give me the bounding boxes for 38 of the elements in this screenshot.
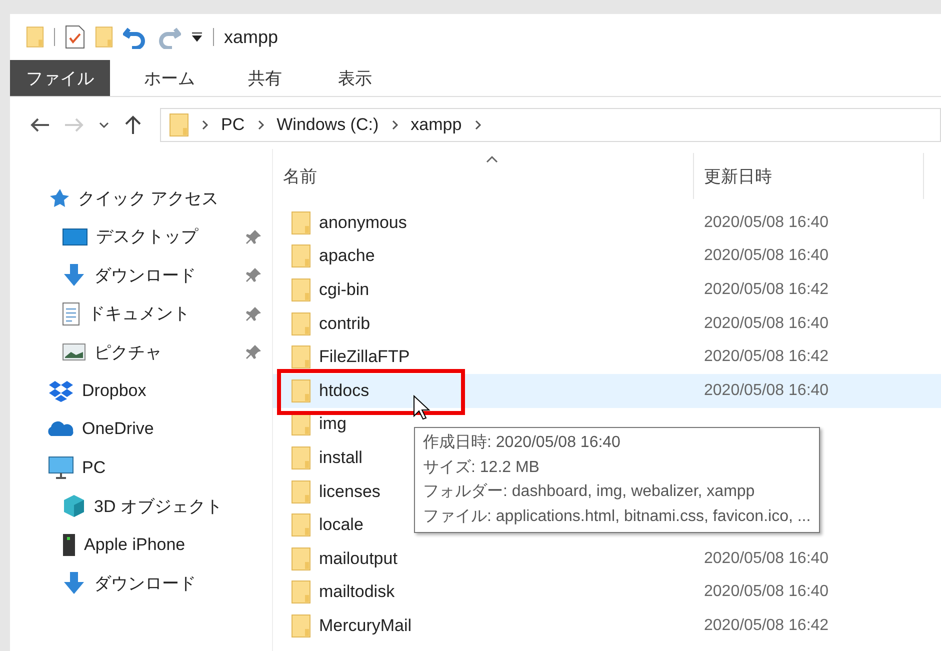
file-name: img: [319, 414, 346, 434]
file-name: mailoutput: [319, 548, 398, 569]
file-name: MercuryMail: [319, 616, 412, 636]
navigation-label: クイック アクセス: [78, 188, 220, 210]
modified-date: 2020/05/08 16:40: [703, 214, 829, 232]
tooltip-line: フォルダー: dashboard, img, webalizer, xampp: [423, 482, 756, 502]
navigation-label: ドキュメント: [88, 303, 191, 326]
navigation-label: Dropbox: [82, 380, 148, 401]
navigation-label: デスクトップ: [96, 226, 200, 248]
tooltip-line: ファイル: applications.html, bitnami.css, favicon.ico, ...: [423, 506, 811, 526]
navigation-label: Apple iPhone: [84, 534, 186, 555]
file-name: cgi-bin: [319, 280, 370, 300]
modified-date: 2020/05/08 16:40: [703, 583, 829, 602]
modified-date: 2020/05/08 16:40: [703, 314, 829, 333]
modified-date: 2020/05/08 16:42: [703, 280, 829, 299]
navigation-label: ピクチャ: [94, 342, 163, 364]
navigation-label: ダウンロード: [94, 264, 197, 287]
modified-date: 2020/05/08 16:40: [703, 382, 829, 400]
window-title: xampp: [224, 26, 278, 48]
file-name: htdocs: [319, 380, 370, 401]
tooltip-line: サイズ: 12.2 MB: [423, 458, 540, 478]
tooltip-line: 作成日時: 2020/05/08 16:40: [423, 432, 622, 453]
file-name: anonymous: [319, 212, 407, 233]
file-name: apache: [319, 246, 375, 266]
file-name: mailtodisk: [319, 582, 395, 602]
file-name: locale: [319, 515, 364, 536]
modified-date: 2020/05/08 16:42: [703, 348, 829, 366]
navigation-label: ダウンロード: [94, 572, 197, 595]
file-name: FileZillaFTP: [319, 347, 410, 368]
file-name: install: [319, 448, 362, 468]
modified-date: 2020/05/08 16:42: [703, 616, 829, 635]
modified-date: 2020/05/08 16:40: [703, 247, 829, 266]
navigation-label: OneDrive: [82, 419, 155, 440]
file-name: licenses: [319, 482, 380, 502]
modified-date: 2020/05/08 16:40: [703, 550, 829, 568]
navigation-label: 3D オブジェクト: [94, 496, 224, 518]
file-name: contrib: [319, 314, 370, 334]
navigation-label: PC: [82, 458, 107, 478]
